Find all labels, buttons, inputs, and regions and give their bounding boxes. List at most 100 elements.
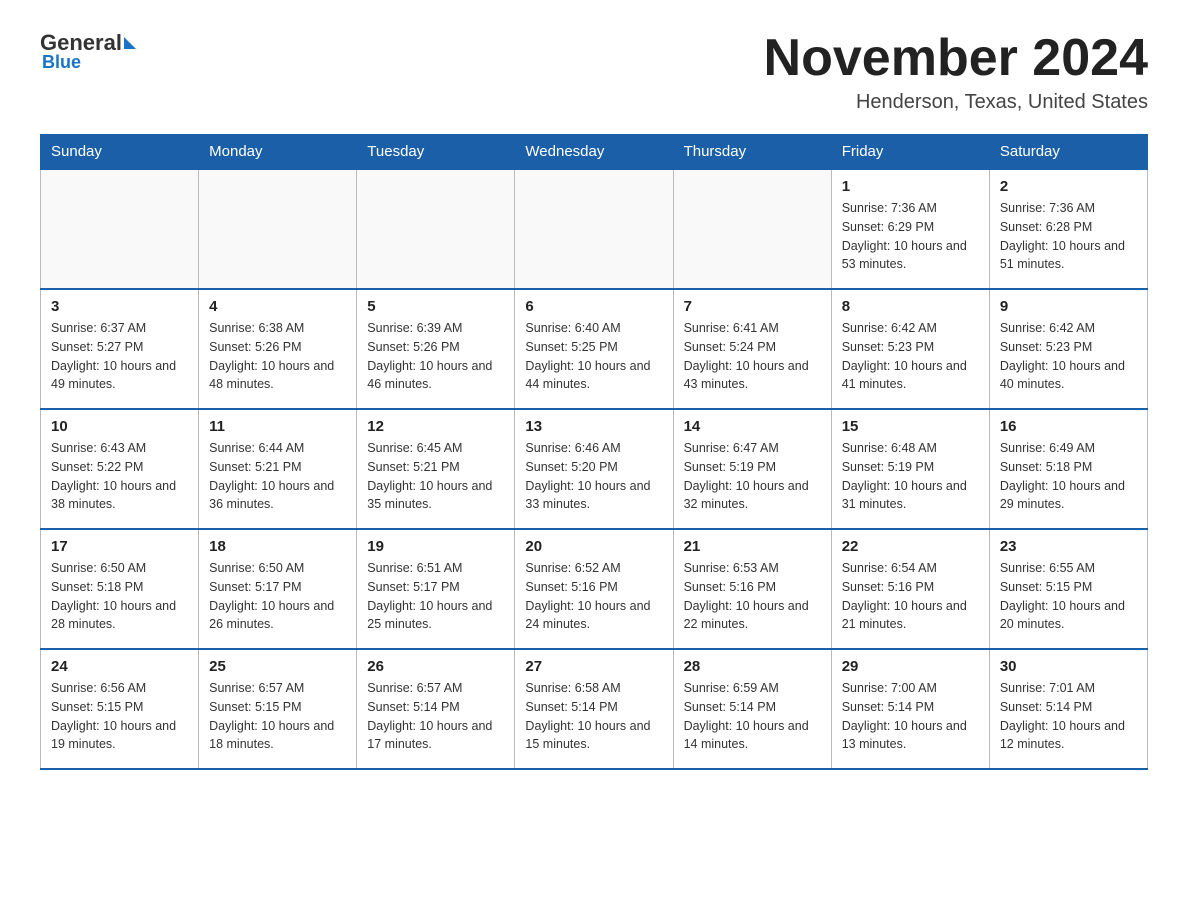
day-number: 23 — [1000, 538, 1137, 555]
day-info: Sunrise: 6:54 AMSunset: 5:16 PMDaylight:… — [842, 559, 979, 634]
day-info: Sunrise: 6:41 AMSunset: 5:24 PMDaylight:… — [684, 319, 821, 394]
day-number: 13 — [525, 418, 662, 435]
day-info: Sunrise: 6:51 AMSunset: 5:17 PMDaylight:… — [367, 559, 504, 634]
day-info: Sunrise: 6:43 AMSunset: 5:22 PMDaylight:… — [51, 439, 188, 514]
day-number: 5 — [367, 298, 504, 315]
calendar-week-2: 3Sunrise: 6:37 AMSunset: 5:27 PMDaylight… — [41, 289, 1148, 409]
calendar-cell: 1 Sunrise: 7:36 AMSunset: 6:29 PMDaylight… — [831, 169, 989, 289]
header: General Blue November 2024 Henderson, Te… — [40, 30, 1148, 114]
calendar-cell: 16 Sunrise: 6:49 AMSunset: 5:18 PMDayligh… — [989, 409, 1147, 529]
day-number: 4 — [209, 298, 346, 315]
calendar-header-row: SundayMondayTuesdayWednesdayThursdayFrid… — [41, 135, 1148, 170]
day-number: 9 — [1000, 298, 1137, 315]
day-number: 25 — [209, 658, 346, 675]
day-number: 15 — [842, 418, 979, 435]
header-day-tuesday: Tuesday — [357, 135, 515, 170]
calendar-cell — [41, 169, 199, 289]
day-info: Sunrise: 6:55 AMSunset: 5:15 PMDaylight:… — [1000, 559, 1137, 634]
header-day-wednesday: Wednesday — [515, 135, 673, 170]
day-info: Sunrise: 6:46 AMSunset: 5:20 PMDaylight:… — [525, 439, 662, 514]
day-info: Sunrise: 7:36 AMSunset: 6:29 PMDaylight:… — [842, 199, 979, 274]
day-number: 7 — [684, 298, 821, 315]
header-day-sunday: Sunday — [41, 135, 199, 170]
calendar-cell — [515, 169, 673, 289]
logo-triangle-icon — [124, 37, 136, 49]
day-info: Sunrise: 6:52 AMSunset: 5:16 PMDaylight:… — [525, 559, 662, 634]
calendar-cell: 19Sunrise: 6:51 AMSunset: 5:17 PMDayligh… — [357, 529, 515, 649]
calendar-cell: 30 Sunrise: 7:01 AMSunset: 5:14 PMDayligh… — [989, 649, 1147, 769]
day-number: 26 — [367, 658, 504, 675]
day-number: 21 — [684, 538, 821, 555]
day-number: 2 — [1000, 178, 1137, 195]
calendar-week-3: 10 Sunrise: 6:43 AMSunset: 5:22 PMDayligh… — [41, 409, 1148, 529]
calendar-cell: 9 Sunrise: 6:42 AMSunset: 5:23 PMDaylight… — [989, 289, 1147, 409]
day-info: Sunrise: 6:39 AMSunset: 5:26 PMDaylight:… — [367, 319, 504, 394]
calendar-cell: 17 Sunrise: 6:50 AMSunset: 5:18 PMDayligh… — [41, 529, 199, 649]
calendar-cell: 14 Sunrise: 6:47 AMSunset: 5:19 PMDayligh… — [673, 409, 831, 529]
day-info: Sunrise: 7:01 AMSunset: 5:14 PMDaylight:… — [1000, 679, 1137, 754]
calendar-cell: 5 Sunrise: 6:39 AMSunset: 5:26 PMDaylight… — [357, 289, 515, 409]
day-info: Sunrise: 6:57 AMSunset: 5:14 PMDaylight:… — [367, 679, 504, 754]
calendar-cell: 10 Sunrise: 6:43 AMSunset: 5:22 PMDayligh… — [41, 409, 199, 529]
day-info: Sunrise: 6:45 AMSunset: 5:21 PMDaylight:… — [367, 439, 504, 514]
day-number: 14 — [684, 418, 821, 435]
calendar-cell: 28Sunrise: 6:59 AMSunset: 5:14 PMDayligh… — [673, 649, 831, 769]
day-info: Sunrise: 7:36 AMSunset: 6:28 PMDaylight:… — [1000, 199, 1137, 274]
day-number: 17 — [51, 538, 188, 555]
location: Henderson, Texas, United States — [764, 91, 1148, 114]
day-info: Sunrise: 6:37 AMSunset: 5:27 PMDaylight:… — [51, 319, 188, 394]
calendar-cell: 3Sunrise: 6:37 AMSunset: 5:27 PMDaylight… — [41, 289, 199, 409]
day-info: Sunrise: 7:00 AMSunset: 5:14 PMDaylight:… — [842, 679, 979, 754]
logo-area: General Blue — [40, 30, 136, 73]
calendar-cell — [357, 169, 515, 289]
day-number: 1 — [842, 178, 979, 195]
calendar-cell: 2 Sunrise: 7:36 AMSunset: 6:28 PMDaylight… — [989, 169, 1147, 289]
day-number: 29 — [842, 658, 979, 675]
header-day-saturday: Saturday — [989, 135, 1147, 170]
day-number: 16 — [1000, 418, 1137, 435]
calendar-cell: 23 Sunrise: 6:55 AMSunset: 5:15 PMDayligh… — [989, 529, 1147, 649]
day-info: Sunrise: 6:50 AMSunset: 5:17 PMDaylight:… — [209, 559, 346, 634]
calendar-cell: 24 Sunrise: 6:56 AMSunset: 5:15 PMDayligh… — [41, 649, 199, 769]
day-number: 10 — [51, 418, 188, 435]
day-info: Sunrise: 6:38 AMSunset: 5:26 PMDaylight:… — [209, 319, 346, 394]
day-info: Sunrise: 6:57 AMSunset: 5:15 PMDaylight:… — [209, 679, 346, 754]
calendar-cell: 22 Sunrise: 6:54 AMSunset: 5:16 PMDayligh… — [831, 529, 989, 649]
title-area: November 2024 Henderson, Texas, United S… — [764, 30, 1148, 114]
calendar-cell: 29 Sunrise: 7:00 AMSunset: 5:14 PMDayligh… — [831, 649, 989, 769]
day-number: 11 — [209, 418, 346, 435]
calendar-cell — [673, 169, 831, 289]
calendar-cell: 11 Sunrise: 6:44 AMSunset: 5:21 PMDayligh… — [199, 409, 357, 529]
day-number: 12 — [367, 418, 504, 435]
day-info: Sunrise: 6:50 AMSunset: 5:18 PMDaylight:… — [51, 559, 188, 634]
day-info: Sunrise: 6:42 AMSunset: 5:23 PMDaylight:… — [1000, 319, 1137, 394]
day-number: 18 — [209, 538, 346, 555]
calendar-table: SundayMondayTuesdayWednesdayThursdayFrid… — [40, 134, 1148, 770]
day-number: 30 — [1000, 658, 1137, 675]
day-info: Sunrise: 6:56 AMSunset: 5:15 PMDaylight:… — [51, 679, 188, 754]
header-day-thursday: Thursday — [673, 135, 831, 170]
calendar-week-5: 24 Sunrise: 6:56 AMSunset: 5:15 PMDayligh… — [41, 649, 1148, 769]
month-title: November 2024 — [764, 30, 1148, 87]
calendar-week-4: 17 Sunrise: 6:50 AMSunset: 5:18 PMDayligh… — [41, 529, 1148, 649]
logo-blue-text: Blue — [40, 52, 81, 73]
calendar-week-1: 1 Sunrise: 7:36 AMSunset: 6:29 PMDaylight… — [41, 169, 1148, 289]
calendar-cell: 25 Sunrise: 6:57 AMSunset: 5:15 PMDayligh… — [199, 649, 357, 769]
day-number: 8 — [842, 298, 979, 315]
day-info: Sunrise: 6:49 AMSunset: 5:18 PMDaylight:… — [1000, 439, 1137, 514]
day-info: Sunrise: 6:42 AMSunset: 5:23 PMDaylight:… — [842, 319, 979, 394]
day-info: Sunrise: 6:47 AMSunset: 5:19 PMDaylight:… — [684, 439, 821, 514]
day-number: 27 — [525, 658, 662, 675]
day-number: 28 — [684, 658, 821, 675]
calendar-cell: 21Sunrise: 6:53 AMSunset: 5:16 PMDayligh… — [673, 529, 831, 649]
day-info: Sunrise: 6:44 AMSunset: 5:21 PMDaylight:… — [209, 439, 346, 514]
day-info: Sunrise: 6:48 AMSunset: 5:19 PMDaylight:… — [842, 439, 979, 514]
day-number: 24 — [51, 658, 188, 675]
header-day-friday: Friday — [831, 135, 989, 170]
calendar-cell: 15 Sunrise: 6:48 AMSunset: 5:19 PMDayligh… — [831, 409, 989, 529]
calendar-cell: 20Sunrise: 6:52 AMSunset: 5:16 PMDayligh… — [515, 529, 673, 649]
day-number: 22 — [842, 538, 979, 555]
day-number: 6 — [525, 298, 662, 315]
calendar-cell: 12 Sunrise: 6:45 AMSunset: 5:21 PMDayligh… — [357, 409, 515, 529]
calendar-cell: 4 Sunrise: 6:38 AMSunset: 5:26 PMDaylight… — [199, 289, 357, 409]
